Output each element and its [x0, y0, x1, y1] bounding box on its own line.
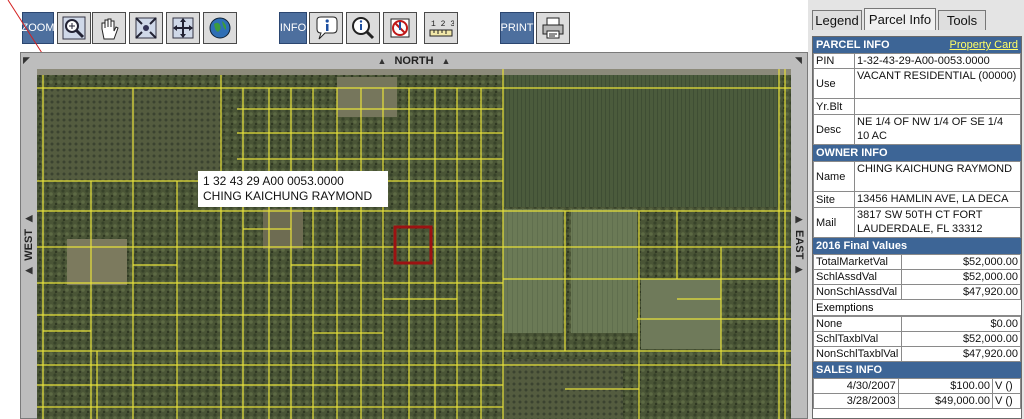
printer-button[interactable]: [536, 12, 570, 44]
nonschl-taxbl-value: $47,920.00: [901, 346, 1021, 362]
schl-assd-label: SchlAssdVal: [813, 269, 902, 285]
north-label: NORTH: [394, 55, 434, 67]
exemption-none-value: $0.00: [901, 316, 1021, 332]
site-label: Site: [813, 191, 855, 208]
owner-name-label: Name: [813, 161, 855, 192]
mail-value: 3817 SW 50TH CT FORT LAUDERDALE, FL 3331…: [854, 207, 1021, 238]
exemption-none-label: None: [813, 316, 902, 332]
pan-east[interactable]: ▶ EAST ▶: [791, 69, 807, 419]
nonschl-taxbl-label: NonSchlTaxblVal: [813, 346, 902, 362]
measure-icon: 1 2 3: [429, 20, 454, 37]
clear-selection-icon: [390, 18, 410, 38]
full-extent-button[interactable]: [166, 12, 200, 44]
sale-price: $49,000.00: [897, 393, 994, 409]
pan-west[interactable]: ◀ WEST ◀: [21, 69, 37, 419]
panel-tabs: Legend Parcel Info Tools: [808, 8, 1024, 30]
total-market-label: TotalMarketVal: [813, 254, 902, 270]
aerial-map-view[interactable]: 1 32 43 29 A00 0053.0000 CHING KAICHUNG …: [37, 69, 791, 419]
year-built-label: Yr.Blt: [813, 98, 855, 115]
schl-taxbl-value: $52,000.00: [901, 331, 1021, 347]
pan-north[interactable]: ▲ NORTH ▲: [21, 53, 807, 69]
query-icon: [352, 17, 375, 40]
parcel-info-title: PARCEL INFO: [816, 39, 890, 51]
table-row: 4/30/2007 $100.00 V (): [813, 378, 1021, 394]
globe-button[interactable]: [203, 12, 237, 44]
use-value: VACANT RESIDENTIAL (00000): [854, 68, 1021, 99]
nonschl-assd-label: NonSchlAssdVal: [813, 284, 902, 300]
parcel-info-content: PARCEL INFO Property Card PIN 1-32-43-29…: [812, 36, 1022, 419]
parcel-label-pin: 1 32 43 29 A00 0053.0000: [203, 174, 344, 188]
pin-value: 1-32-43-29-A00-0053.0000: [854, 53, 1021, 69]
sale-date: 4/30/2007: [813, 378, 899, 394]
tab-parcel-info[interactable]: Parcel Info: [864, 8, 936, 30]
schl-assd-value: $52,000.00: [901, 269, 1021, 285]
full-extent-icon: [172, 17, 194, 39]
printer-icon: [542, 17, 564, 39]
print-button[interactable]: PRINT: [500, 12, 534, 44]
parcel-info-heading: PARCEL INFO Property Card: [813, 37, 1021, 53]
pin-label: PIN: [813, 53, 855, 69]
use-label: Use: [813, 68, 855, 99]
final-values-heading: 2016 Final Values: [813, 238, 1021, 254]
owner-info-table: Name CHING KAICHUNG RAYMOND Site 13456 H…: [813, 161, 1021, 238]
final-values-table: TotalMarketVal $52,000.00 SchlAssdVal $5…: [813, 254, 1021, 300]
measure-button[interactable]: 1 2 3: [424, 12, 458, 44]
pan-button[interactable]: [92, 12, 126, 44]
east-label: EAST: [793, 229, 805, 260]
tab-tools[interactable]: Tools: [938, 10, 986, 30]
identify-icon: [316, 16, 338, 40]
sale-price: $100.00: [897, 378, 994, 394]
pan-east-arrow-bottom[interactable]: ▶: [796, 265, 803, 274]
zoom-extent-button[interactable]: [129, 12, 163, 44]
sale-date: 3/28/2003: [813, 393, 899, 409]
pan-hand-icon: [101, 18, 119, 40]
aerial-parcel-map: [37, 69, 791, 419]
total-market-value: $52,000.00: [901, 254, 1021, 270]
info-panel: Legend Parcel Info Tools PARCEL INFO Pro…: [808, 0, 1024, 419]
sale-code: V (): [992, 378, 1021, 394]
desc-label: Desc: [813, 114, 855, 145]
west-label: WEST: [23, 228, 35, 261]
pan-west-arrow-top[interactable]: ◀: [26, 213, 33, 223]
owner-name-value: CHING KAICHUNG RAYMOND: [854, 161, 1021, 192]
pan-east-arrow-top[interactable]: ▶: [796, 214, 803, 224]
schl-taxbl-label: SchlTaxblVal: [813, 331, 902, 347]
sales-info-heading: SALES INFO: [813, 362, 1021, 378]
parcel-label-owner: CHING KAICHUNG RAYMOND: [203, 189, 373, 203]
info-button[interactable]: INFO: [279, 12, 307, 44]
parcel-map-label: 1 32 43 29 A00 0053.0000 CHING KAICHUNG …: [198, 171, 388, 207]
site-value: 13456 HAMLIN AVE, LA DECA: [854, 191, 1021, 208]
tab-legend[interactable]: Legend: [812, 10, 862, 30]
globe-icon: [209, 17, 231, 39]
sale-code: V (): [992, 393, 1021, 409]
mail-label: Mail: [813, 207, 855, 238]
pan-north-arrow-left[interactable]: ▲: [378, 56, 387, 66]
year-built-value: [854, 98, 1021, 115]
sales-info-table: 4/30/2007 $100.00 V () 3/28/2003 $49,000…: [813, 378, 1021, 409]
pan-north-arrow-right[interactable]: ▲: [442, 56, 451, 66]
table-row: 3/28/2003 $49,000.00 V (): [813, 393, 1021, 409]
nonschl-assd-value: $47,920.00: [901, 284, 1021, 300]
map-frame: ◤ ◥ ▲ NORTH ▲ ◀ WEST ◀ ▶ EAST ▶ 1 32 43 …: [20, 52, 808, 419]
clear-selection-button[interactable]: [383, 12, 417, 44]
query-button[interactable]: [346, 12, 380, 44]
zoom-extent-icon: [135, 17, 157, 39]
owner-info-heading: OWNER INFO: [813, 145, 1021, 161]
pan-west-arrow-bottom[interactable]: ◀: [26, 266, 33, 275]
exemptions-label: Exemptions: [813, 300, 1021, 316]
identify-button[interactable]: [309, 12, 343, 44]
svg-text:1 2 3: 1 2 3: [431, 20, 454, 29]
map-toolbar: ZOOM INFO 1 2 3 PRINT: [0, 0, 808, 52]
parcel-info-table: PIN 1-32-43-29-A00-0053.0000 Use VACANT …: [813, 53, 1021, 145]
desc-value: NE 1/4 OF NW 1/4 OF SE 1/4 10 AC: [854, 114, 1021, 145]
property-card-link[interactable]: Property Card: [950, 37, 1018, 53]
exemptions-table: None $0.00 SchlTaxblVal $52,000.00 NonSc…: [813, 316, 1021, 362]
